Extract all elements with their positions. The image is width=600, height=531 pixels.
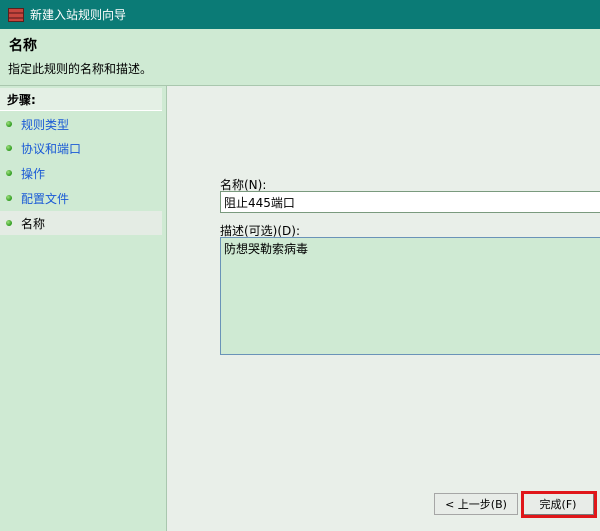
name-input[interactable] — [220, 191, 600, 213]
finish-button[interactable]: 完成(F) — [522, 493, 594, 515]
step-bullet-icon — [6, 195, 12, 201]
step-label: 配置文件 — [21, 191, 70, 206]
window-title: 新建入站规则向导 — [30, 8, 127, 22]
step-bullet-icon — [6, 170, 12, 176]
steps-heading: 步骤: — [0, 88, 162, 110]
firewall-icon — [8, 7, 24, 22]
step-name[interactable]: 名称 — [0, 211, 162, 235]
step-label: 协议和端口 — [21, 141, 82, 156]
step-action[interactable]: 操作 — [0, 161, 162, 185]
step-label: 规则类型 — [21, 117, 70, 132]
step-bullet-icon — [6, 121, 12, 127]
step-protocol-ports[interactable]: 协议和端口 — [0, 136, 162, 160]
step-rule-type[interactable]: 规则类型 — [0, 112, 162, 136]
back-button[interactable]: < 上一步(B) — [434, 493, 518, 515]
title-bar: 新建入站规则向导 — [0, 0, 600, 29]
steps-divider — [0, 110, 162, 111]
page-subtitle: 指定此规则的名称和描述。 — [8, 62, 153, 76]
description-textarea[interactable]: 防想哭勒索病毒 — [220, 237, 600, 355]
main-panel: 名称(N): 描述(可选)(D): 防想哭勒索病毒 < 上一步(B) 完成(F) — [167, 86, 600, 531]
step-bullet-icon — [6, 220, 12, 226]
wizard-header: 名称 指定此规则的名称和描述。 — [0, 29, 600, 86]
step-profile[interactable]: 配置文件 — [0, 186, 162, 210]
steps-sidebar: 步骤: 规则类型 协议和端口 操作 配置文件 名称 — [0, 86, 167, 531]
page-title: 名称 — [9, 38, 37, 54]
step-label: 操作 — [21, 166, 46, 181]
step-bullet-icon — [6, 145, 12, 151]
step-label: 名称 — [21, 216, 46, 231]
